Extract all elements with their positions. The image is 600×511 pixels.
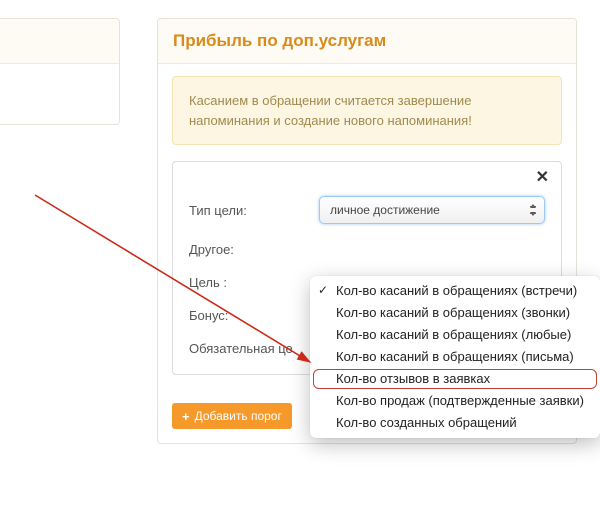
plus-icon: + bbox=[182, 410, 190, 423]
label-bonus: Бонус: bbox=[189, 308, 319, 323]
label-mandatory: Обязательная це bbox=[189, 341, 293, 356]
label-type: Тип цели: bbox=[189, 203, 319, 218]
goal-type-value: личное достижение bbox=[330, 203, 440, 217]
dropdown-option[interactable]: Кол-во касаний в обращениях (встречи) bbox=[310, 280, 600, 302]
form-row-other: Другое: bbox=[189, 242, 545, 257]
dropdown-option[interactable]: Кол-во касаний в обращениях (звонки) bbox=[310, 302, 600, 324]
add-threshold-label: Добавить порог bbox=[195, 409, 282, 423]
dropdown-option[interactable]: Кол-во созданных обращений bbox=[310, 412, 600, 434]
close-icon[interactable]: ✕ bbox=[536, 170, 549, 186]
partners-panel-title: тнерам bbox=[0, 19, 119, 64]
dropdown-option[interactable]: Кол-во продаж (подтвержденные заявки) bbox=[310, 390, 600, 412]
add-threshold-button[interactable]: + Добавить порог bbox=[172, 403, 292, 429]
info-alert: Касанием в обращении считается завершени… bbox=[172, 76, 562, 145]
other-select-dropdown[interactable]: Кол-во касаний в обращениях (встречи) Ко… bbox=[310, 276, 600, 438]
goal-type-select[interactable]: личное достижение bbox=[319, 196, 545, 224]
profit-panel-title: Прибыль по доп.услугам bbox=[158, 19, 576, 64]
dropdown-option[interactable]: Кол-во отзывов в заявках bbox=[313, 369, 597, 389]
label-goal: Цель : bbox=[189, 275, 319, 290]
partners-panel: тнерам bbox=[0, 18, 120, 125]
label-other: Другое: bbox=[189, 242, 319, 257]
form-row-type: Тип цели: личное достижение bbox=[189, 196, 545, 224]
dropdown-option[interactable]: Кол-во касаний в обращениях (любые) bbox=[310, 324, 600, 346]
dropdown-option[interactable]: Кол-во касаний в обращениях (письма) bbox=[310, 346, 600, 368]
